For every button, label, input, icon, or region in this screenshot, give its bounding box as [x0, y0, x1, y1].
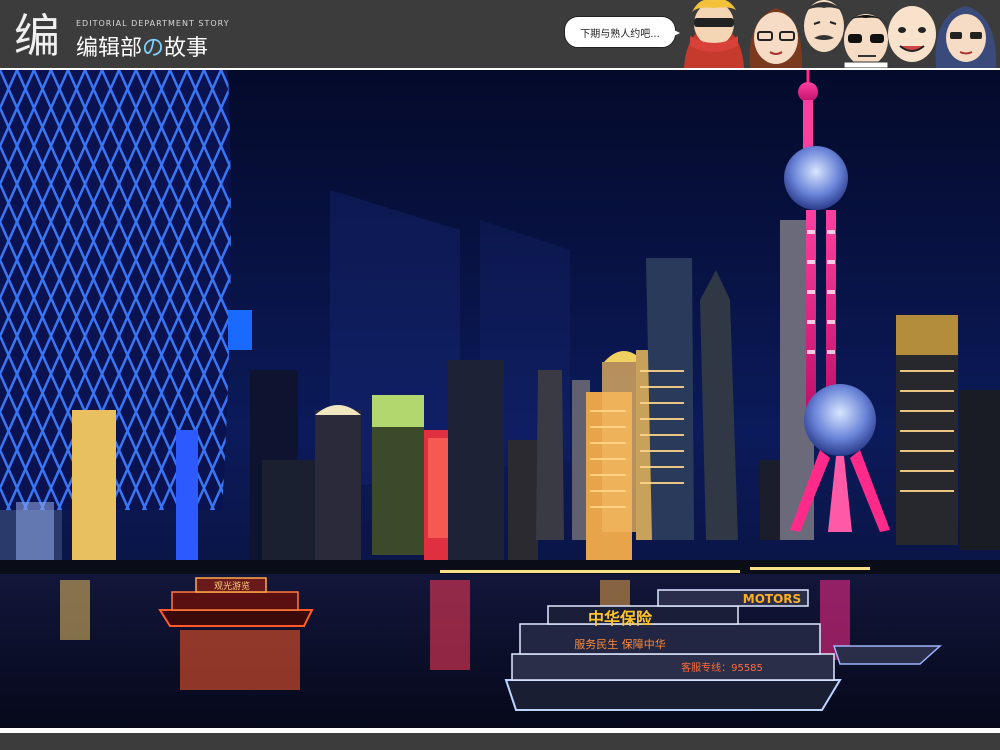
- night-skyline-photo: 观光游览 MOTORS 中华保险 服务民生 保障中华 客服专线：95585: [0, 70, 1000, 728]
- avatar-man-with-moustache: [804, 0, 844, 52]
- avatar-woman-with-long-hair: [935, 6, 997, 68]
- skyline-illustration: 观光游览 MOTORS 中华保险 服务民生 保障中华 客服专线：95585: [0, 70, 1000, 728]
- speech-bubble: 下期与熟人约吧...: [564, 16, 676, 48]
- logo-title-part-3: 故事: [164, 36, 209, 61]
- logo-title-part-2: の: [142, 36, 165, 61]
- avatar-man-with-sunglasses: [843, 14, 889, 68]
- boat-sign-phone: 客服专线：95585: [681, 661, 763, 674]
- site-header: 编 EDITORIAL DEPARTMENT STORY 编辑部の故事 下期与熟…: [0, 0, 1000, 68]
- avatar-woman-with-glasses: [749, 8, 803, 68]
- boat-sign-motors: MOTORS: [743, 592, 801, 606]
- site-footer: [0, 733, 1000, 750]
- boat-sign-main: 中华保险: [588, 609, 653, 628]
- logo-icon: 编: [10, 6, 68, 60]
- boat-sign-slogan: 服务民生 保障中华: [574, 637, 666, 651]
- logo-title: 编辑部の故事: [76, 30, 208, 62]
- avatar-masked-character: [684, 0, 744, 68]
- cartoon-avatars: [684, 0, 997, 68]
- logo-title-part-1: 编辑部: [76, 36, 143, 61]
- small-boat-sign: 观光游览: [214, 580, 250, 592]
- logo-glyph: 编: [14, 9, 60, 60]
- logo-subtitle: EDITORIAL DEPARTMENT STORY: [76, 19, 230, 28]
- speech-bubble-tail: [670, 28, 680, 38]
- avatar-bald-man: [888, 6, 936, 62]
